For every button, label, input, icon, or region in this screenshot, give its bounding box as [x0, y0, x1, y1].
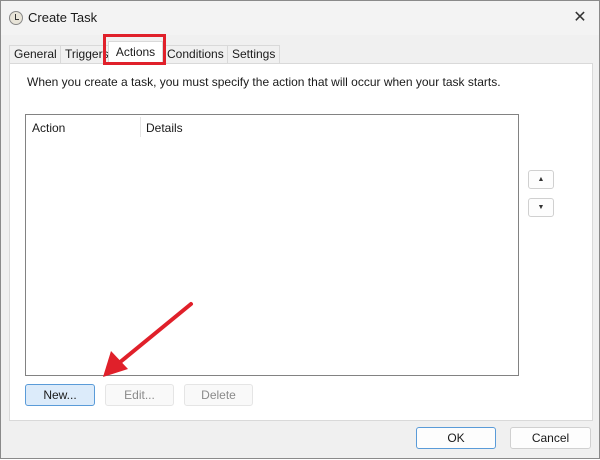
create-task-dialog: Create Task ✕ General Triggers Actions C…	[0, 0, 600, 459]
annotation-arrow-icon	[103, 302, 193, 377]
